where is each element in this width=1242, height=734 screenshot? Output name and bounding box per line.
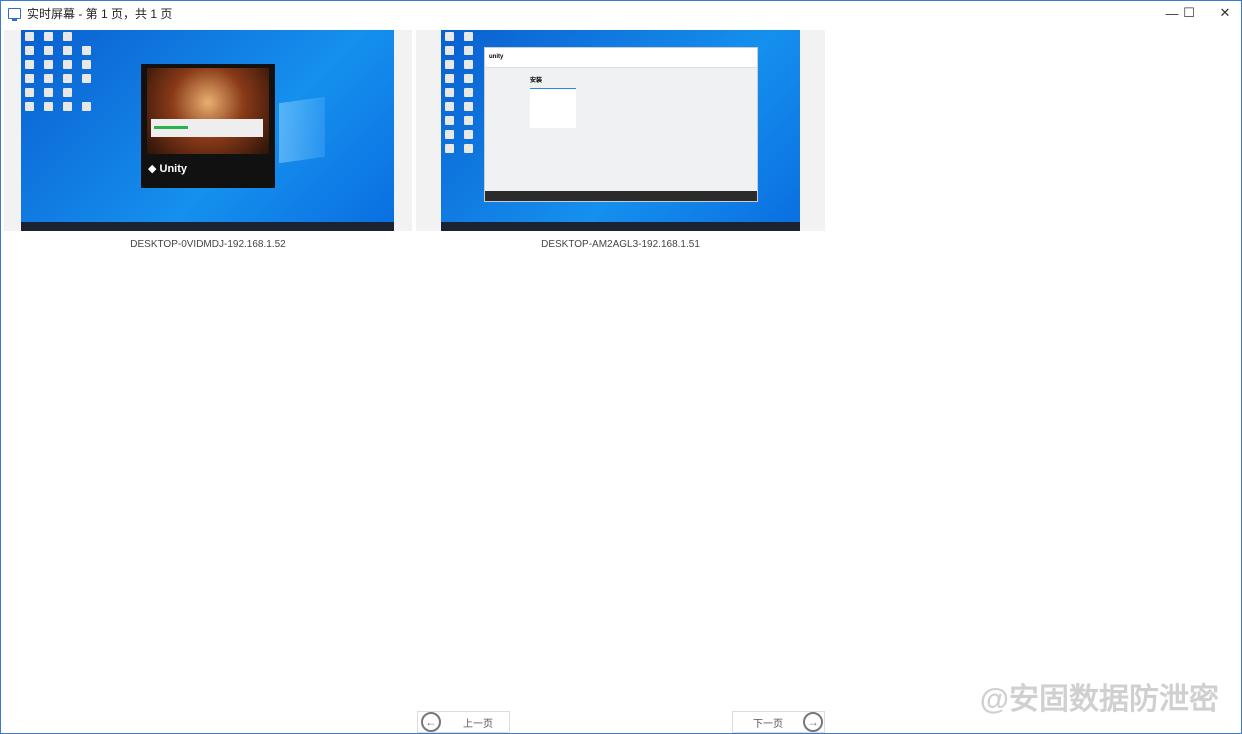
unity-hub-brand: unity <box>485 48 757 68</box>
monitor-icon <box>8 7 21 21</box>
window-title: 实时屏幕 - 第 1 页，共 1 页 <box>27 6 173 21</box>
unity-hub-window: unity 安装 <box>484 47 758 202</box>
next-page-button[interactable]: 下一页 → <box>732 711 825 733</box>
unity-splash: ◆ Unity <box>141 64 275 188</box>
arrow-left-icon: ← <box>421 712 441 732</box>
next-page-label: 下一页 <box>753 718 783 730</box>
screen-label: DESKTOP-0VIDMDJ-192.168.1.52 <box>130 239 286 250</box>
arrow-right-icon: → <box>803 712 823 732</box>
prev-page-button[interactable]: ← 上一页 <box>417 711 510 733</box>
unity-brand: Unity <box>159 163 188 175</box>
screen-thumbnail[interactable]: unity 安装 <box>441 30 800 231</box>
screen-card-1[interactable]: ◆ Unity <box>4 30 412 231</box>
screen-label: DESKTOP-AM2AGL3-192.168.1.51 <box>541 239 700 250</box>
watermark: @安固数据防泄密 <box>979 683 1219 716</box>
close-button[interactable]: ✕ <box>1207 1 1242 25</box>
screen-thumbnail[interactable]: ◆ Unity <box>21 30 394 231</box>
unity-hub-heading: 安装 <box>530 78 543 84</box>
windows-logo <box>279 96 325 164</box>
taskbar <box>441 222 800 231</box>
taskbar <box>21 222 394 231</box>
desktop-icons <box>445 32 480 153</box>
desktop-icons <box>25 32 98 111</box>
prev-page-label: 上一页 <box>463 718 493 730</box>
maximize-button[interactable]: ☐ <box>1171 1 1207 25</box>
screen-card-2[interactable]: unity 安装 <box>416 30 825 231</box>
title-bar: 实时屏幕 - 第 1 页，共 1 页 — ☐ ✕ <box>1 1 1241 25</box>
